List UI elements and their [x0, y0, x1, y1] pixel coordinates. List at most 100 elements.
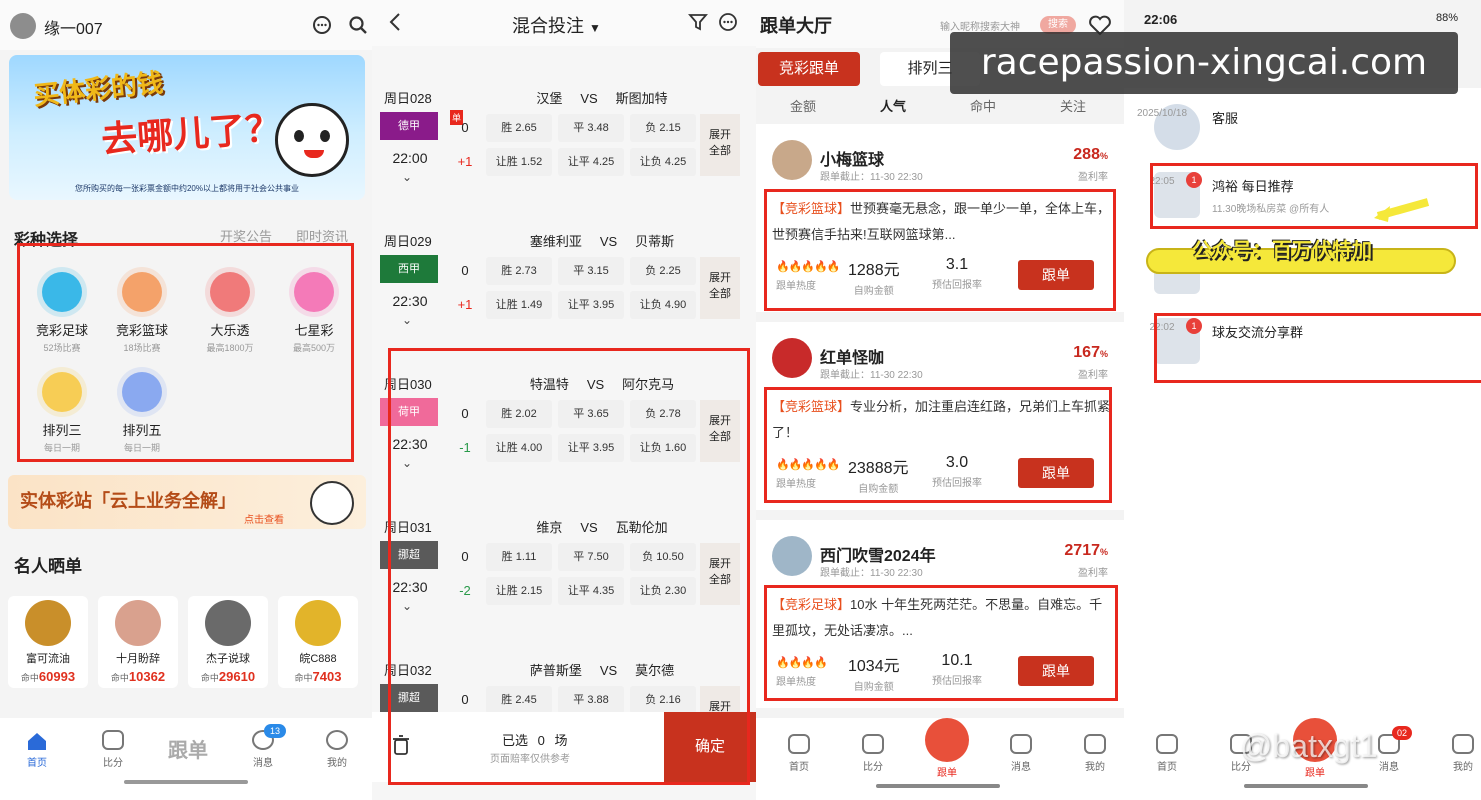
odds-cell[interactable]: 负 2.15: [630, 114, 696, 142]
promo-title: 实体彩站「云上业务全解」: [20, 491, 236, 511]
handicap-odds-cell[interactable]: 让平 3.95: [558, 291, 624, 319]
promo-banner[interactable]: 实体彩站「云上业务全解」 点击查看: [8, 475, 366, 529]
search-input[interactable]: 输入昵称搜索大神: [940, 18, 1020, 33]
tab-icon: [788, 734, 810, 754]
bottom-tab[interactable]: 我的: [1438, 734, 1481, 773]
link-draw-notice[interactable]: 开奖公告: [220, 226, 272, 245]
sort-tab[interactable]: 人气: [880, 96, 906, 115]
follow-post[interactable]: 红单怪咖 跟单截止：11-30 22:30 167% 盈利率 【竞彩篮球】专业分析，加注…: [756, 322, 1124, 510]
odds-cell[interactable]: 胜 2.65: [486, 114, 552, 142]
odds-cell[interactable]: 平 7.50: [558, 543, 624, 571]
celeb-card[interactable]: 杰子说球 命中29610: [188, 596, 268, 688]
user-avatar[interactable]: [10, 13, 36, 39]
post-deadline: 跟单截止：11-30 22:30: [820, 370, 923, 381]
handicap-0: 0: [461, 120, 469, 135]
tab-score[interactable]: 比分: [88, 730, 138, 769]
expand-label-1: 展开: [709, 415, 731, 427]
expand-all-button[interactable]: 展开全部: [700, 400, 740, 462]
expand-all-button[interactable]: 展开全部: [700, 543, 740, 605]
odds-cell[interactable]: 胜 1.11: [486, 543, 552, 571]
message-row[interactable]: 1 球友交流分享群 22:02: [1124, 310, 1481, 372]
page-title[interactable]: 混合投注 ▼: [512, 12, 601, 38]
handicap-odds-cell[interactable]: 让负 4.25: [630, 148, 696, 176]
league-badge: 挪超: [380, 541, 438, 569]
handicap-odds-cell[interactable]: 让胜 1.49: [486, 291, 552, 319]
odds-cell[interactable]: 平 3.65: [558, 400, 624, 428]
lottery-item[interactable]: 竞彩足球 52场比赛: [22, 272, 102, 354]
lottery-banner[interactable]: 买体彩的钱 去哪儿了？ 您所购买的每一张彩票金额中约20%以上都将用于社会公共事…: [9, 55, 365, 200]
handicap-odds-cell[interactable]: 让平 3.95: [558, 434, 624, 462]
odds-cell[interactable]: 胜 2.73: [486, 257, 552, 285]
filter-icon[interactable]: [688, 12, 708, 32]
odds-cell[interactable]: 负 2.25: [630, 257, 696, 285]
celeb-card[interactable]: 皖C888 命中7403: [278, 596, 358, 688]
odds-cell[interactable]: 平 3.88: [558, 686, 624, 714]
lottery-item[interactable]: 七星彩 最高500万: [274, 272, 354, 354]
celeb-card[interactable]: 十月盼辞 命中10362: [98, 596, 178, 688]
flames: 🔥🔥🔥🔥🔥: [776, 261, 840, 273]
odds-cell[interactable]: 负 10.50: [630, 543, 696, 571]
link-live-news[interactable]: 即时资讯: [296, 226, 348, 245]
bottom-tab[interactable]: 跟单: [922, 718, 972, 779]
follow-button[interactable]: 跟单: [1018, 656, 1094, 686]
handicap-0: 0: [461, 549, 469, 564]
expand-chevron-icon[interactable]: ⌄: [402, 170, 412, 184]
sort-tab[interactable]: 金额: [790, 96, 816, 115]
expand-all-button[interactable]: 展开全部: [700, 257, 740, 319]
handicap-0: 0: [461, 692, 469, 707]
lottery-item[interactable]: 排列五 每日一期: [102, 372, 182, 454]
celeb-card[interactable]: 富可流油 命中60993: [8, 596, 88, 688]
expand-chevron-icon[interactable]: ⌄: [402, 313, 412, 327]
bottom-tab[interactable]: 我的: [1070, 734, 1120, 773]
handicap-odds-cell[interactable]: 让胜 2.15: [486, 577, 552, 605]
sort-tab[interactable]: 关注: [1060, 96, 1086, 115]
lottery-item[interactable]: 排列三 每日一期: [22, 372, 102, 454]
tab-jingcai-follow[interactable]: 竞彩跟单: [758, 52, 860, 86]
trash-icon[interactable]: [392, 734, 410, 756]
expand-all-button[interactable]: 展开全部: [700, 114, 740, 176]
bottom-tab[interactable]: 消息: [996, 734, 1046, 773]
search-icon[interactable]: [348, 15, 368, 35]
back-icon[interactable]: [388, 12, 402, 32]
tab-home[interactable]: 首页: [12, 730, 62, 769]
hit-count: 10362: [128, 669, 166, 684]
handicap-odds-cell[interactable]: 让平 4.25: [558, 148, 624, 176]
bottom-tab[interactable]: 首页: [774, 734, 824, 773]
more-icon[interactable]: [718, 12, 738, 32]
odds-cell[interactable]: 胜 2.02: [486, 400, 552, 428]
bottom-tab[interactable]: 比分: [848, 734, 898, 773]
follow-post[interactable]: 西门吹雪2024年 跟单截止：11-30 22:30 2717% 盈利率 【竞彩足球】1…: [756, 520, 1124, 708]
lottery-item[interactable]: 大乐透 最高1800万: [190, 272, 270, 354]
handicap-odds-cell[interactable]: 让胜 1.52: [486, 148, 552, 176]
odds-cell[interactable]: 负 2.78: [630, 400, 696, 428]
expand-chevron-icon[interactable]: ⌄: [402, 599, 412, 613]
message-row[interactable]: 客服 2025/10/18: [1124, 96, 1481, 158]
lottery-item[interactable]: 竞彩篮球 18场比赛: [102, 272, 182, 354]
odds-cell[interactable]: 胜 2.45: [486, 686, 552, 714]
home-screen: 缘一007 买体彩的钱 去哪儿了？ 您所购买的每一张彩票金额中约20%以上都将用…: [0, 0, 372, 800]
tab-me[interactable]: 我的: [312, 730, 362, 769]
tab-follow[interactable]: 跟单: [160, 734, 216, 763]
tab-messages[interactable]: 消息 13: [238, 724, 288, 769]
promo-cta[interactable]: 点击查看: [244, 511, 284, 526]
handicap-odds-cell[interactable]: 让胜 4.00: [486, 434, 552, 462]
handicap-odds-cell[interactable]: 让负 2.30: [630, 577, 696, 605]
handicap-odds-cell[interactable]: 让平 4.35: [558, 577, 624, 605]
follow-button[interactable]: 跟单: [1018, 260, 1094, 290]
odds-cell[interactable]: 平 3.15: [558, 257, 624, 285]
chat-icon[interactable]: [312, 15, 332, 35]
selected-count-value: 0: [537, 733, 545, 748]
handicap-odds-cell[interactable]: 让负 1.60: [630, 434, 696, 462]
odds-cell[interactable]: 负 2.16: [630, 686, 696, 714]
bottom-tab-label: 首页: [789, 762, 809, 773]
hit-label: 命中: [110, 673, 129, 683]
follow-post[interactable]: 小梅篮球 跟单截止：11-30 22:30 288% 盈利率 【竞彩篮球】世预赛毫无悬念…: [756, 124, 1124, 312]
follow-button[interactable]: 跟单: [1018, 458, 1094, 488]
banner-line2: 去哪儿了？: [99, 106, 283, 161]
sort-tab[interactable]: 命中: [970, 96, 996, 115]
odds-cell[interactable]: 平 3.48: [558, 114, 624, 142]
bottom-tab[interactable]: 首页: [1142, 734, 1192, 773]
handicap-odds-cell[interactable]: 让负 4.90: [630, 291, 696, 319]
expand-chevron-icon[interactable]: ⌄: [402, 456, 412, 470]
confirm-button[interactable]: 确定: [664, 712, 756, 782]
